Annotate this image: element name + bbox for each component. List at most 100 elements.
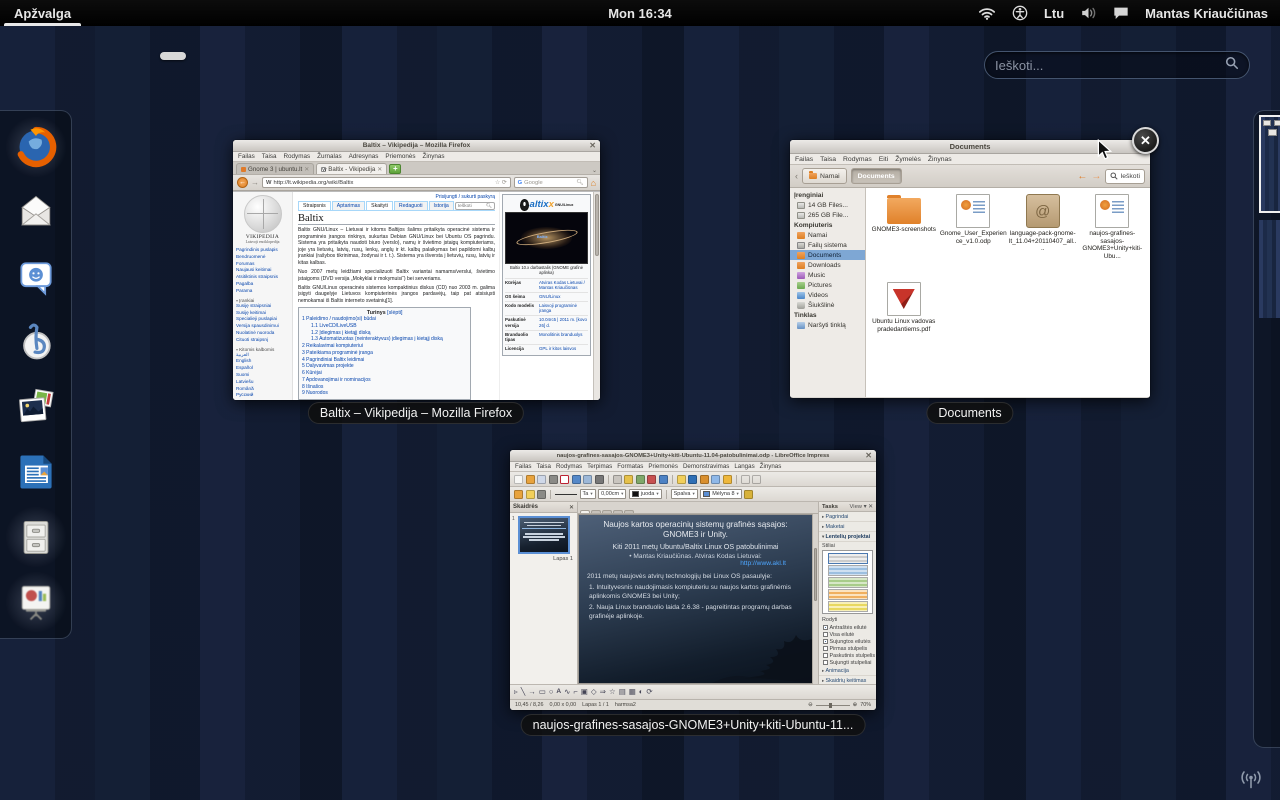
file-item: Gnome_User_Experience_v1.0.odp xyxy=(940,194,1008,282)
table-style-preview[interactable] xyxy=(828,613,868,614)
table-style-preview[interactable] xyxy=(828,553,868,564)
slide-list-item: 1. Intuityvesnis naudojimasis kompiuteri… xyxy=(589,584,804,601)
sidebar-place: Music xyxy=(790,270,865,280)
activities-button[interactable]: Apžvalga xyxy=(0,0,85,26)
wiki-language-link: Español xyxy=(236,365,289,372)
keyboard-layout-indicator[interactable]: Ltu xyxy=(1044,6,1064,21)
window-firefox[interactable]: Baltix – Vikipedija – Mozilla Firefox ✕ … xyxy=(233,140,600,400)
search-input[interactable] xyxy=(995,58,1225,73)
clock[interactable]: Mon 16:34 xyxy=(608,6,672,21)
connector-icon: ⌐ xyxy=(573,688,577,696)
search-box[interactable] xyxy=(984,51,1250,79)
window-documents[interactable]: Documents FailasTaisaRodymasEitiŽymelėsŽ… xyxy=(790,140,1150,398)
broadcast-antenna-icon[interactable] xyxy=(1236,765,1266,796)
firefox-titlebar: Baltix – Vikipedija – Mozilla Firefox ✕ xyxy=(233,140,600,152)
dash-item-empathy[interactable] xyxy=(12,253,60,301)
checkbox-icon xyxy=(823,632,828,637)
view-tabs xyxy=(578,502,818,514)
sidebar-place: Failų sistema xyxy=(790,240,865,250)
sidebar-place: Downloads xyxy=(790,260,865,270)
menu-item: Adresynas xyxy=(349,153,379,160)
slide-thumbnail[interactable] xyxy=(518,516,570,554)
window-impress[interactable]: naujos-grafines-sasajos-GNOME3+Unity+kit… xyxy=(510,450,876,710)
mouse-cursor xyxy=(1097,139,1112,166)
toc-item: 5 Dalyvavimas projekte xyxy=(302,363,467,370)
slides-panel-title: Skaidrės xyxy=(513,504,538,510)
accessibility-icon[interactable] xyxy=(1012,5,1028,21)
nav-back-icon: ← xyxy=(1077,171,1087,182)
fill-color-select: Mėlyna 8▾ xyxy=(700,489,742,499)
view-tab xyxy=(591,510,601,513)
zoom-slider[interactable] xyxy=(816,705,850,706)
toc-item: 4 Pagrindiniai Baltix leidimai xyxy=(302,357,467,364)
dash-item-evolution[interactable] xyxy=(12,188,60,236)
file-icon xyxy=(887,282,921,316)
slide-subtitle: Kiti 2011 metų Ubuntu/Baltix Linux OS pa… xyxy=(579,542,812,551)
table-style-preview[interactable] xyxy=(828,589,868,600)
rotate-icon: ⟳ xyxy=(646,688,652,696)
wiki-language-link: English xyxy=(236,358,289,365)
overview-tab[interactable] xyxy=(160,52,186,60)
dash-item-shotwell[interactable] xyxy=(12,383,60,431)
user-menu[interactable]: Mantas Kriaučiūnas xyxy=(1145,6,1268,21)
file-grid: GNOME3-screenshots Gnome_User_Experience… xyxy=(866,188,1150,397)
wiki-page-tabs: Straipsnis Aptarimas Skaityti Redaguoti … xyxy=(298,200,495,211)
firefox-icon xyxy=(14,125,58,169)
menu-item: Priemonės xyxy=(385,153,415,160)
redo-icon xyxy=(659,475,668,484)
tasks-view-menu: View xyxy=(850,504,862,510)
infobox-row: KūrėjasAtviras Kodas Lietuvai / Mantas K… xyxy=(505,278,588,292)
table-style-preview[interactable] xyxy=(828,577,868,588)
article-heading: Baltix xyxy=(298,213,495,225)
table-style-preview[interactable] xyxy=(828,565,868,576)
overview-tab[interactable] xyxy=(204,52,230,60)
workspace-thumbnail-1[interactable] xyxy=(1259,115,1280,213)
ubuntu-favicon xyxy=(241,167,246,172)
wiki-tool-link: Nuolatinė nuoroda xyxy=(236,330,289,337)
menu-item: Rodymas xyxy=(556,463,582,470)
toc-item: 9 Nuorodos xyxy=(302,390,467,397)
black-swatch xyxy=(632,491,639,497)
dash-item-file-manager[interactable] xyxy=(12,513,60,561)
toc-item: 1.1 LiveCD/LiveUSB xyxy=(302,323,467,330)
master-slide-name: harmsa2 xyxy=(615,702,636,708)
tasks-section-transition: Skaidrių keitimas xyxy=(819,676,876,684)
table-style-preview[interactable] xyxy=(828,601,868,612)
nav-forward-icon: → xyxy=(1091,171,1101,182)
slide-canvas: Naujos kartos operacinių sistemų grafinė… xyxy=(579,515,812,683)
view-tab xyxy=(580,510,590,513)
impress-standard-toolbar xyxy=(510,472,876,487)
chat-icon[interactable] xyxy=(1113,6,1129,20)
gallery-icon xyxy=(752,475,761,484)
file-item: language-pack-gnome-lt_11.04+20110407_al… xyxy=(1009,194,1077,282)
menu-item: Rodymas xyxy=(843,156,872,163)
cut-icon xyxy=(613,475,622,484)
menu-item: Taisa xyxy=(262,153,277,160)
zoom-out-icon[interactable]: ⊖ xyxy=(808,702,813,708)
wiki-tab-talk: Aptarimas xyxy=(332,201,365,210)
toc-item: 6 Kūrėjai xyxy=(302,370,467,377)
wikipedia-globe-logo xyxy=(244,195,282,233)
dash-item-writer[interactable] xyxy=(12,448,60,496)
search-icon xyxy=(1110,172,1118,180)
close-window-button[interactable]: ✕ xyxy=(1132,127,1159,154)
dash-item-firefox[interactable] xyxy=(12,123,60,171)
impress-statusbar: 10,45 / 8,26 0,00 x 0,00 Lapas 1 / 1 har… xyxy=(510,699,876,710)
checkbox-icon xyxy=(823,646,828,651)
window-label-firefox: Baltix – Vikipedija – Mozilla Firefox xyxy=(308,402,524,424)
slide-number: 1 xyxy=(512,516,515,522)
dash-item-banshee[interactable] xyxy=(12,318,60,366)
arrow-style-icon xyxy=(537,490,546,499)
baltix-logo: altixx GNU/Linux xyxy=(505,197,588,212)
workspace-thumbnail-2[interactable] xyxy=(1259,220,1280,318)
callouts-icon: ▦ xyxy=(629,688,636,696)
wifi-icon[interactable] xyxy=(978,6,996,20)
menu-item: Failas xyxy=(515,463,532,470)
table-styles-list xyxy=(822,550,873,614)
line-style-preview xyxy=(555,494,577,495)
volume-icon[interactable] xyxy=(1080,6,1097,20)
article-paragraph: Baltix GNU/Linux operacinės sistemos kom… xyxy=(298,285,495,305)
dash-item-impress[interactable] xyxy=(12,578,60,626)
slide-scrollbar xyxy=(812,514,818,684)
zoom-in-icon[interactable]: ⊕ xyxy=(853,702,858,708)
